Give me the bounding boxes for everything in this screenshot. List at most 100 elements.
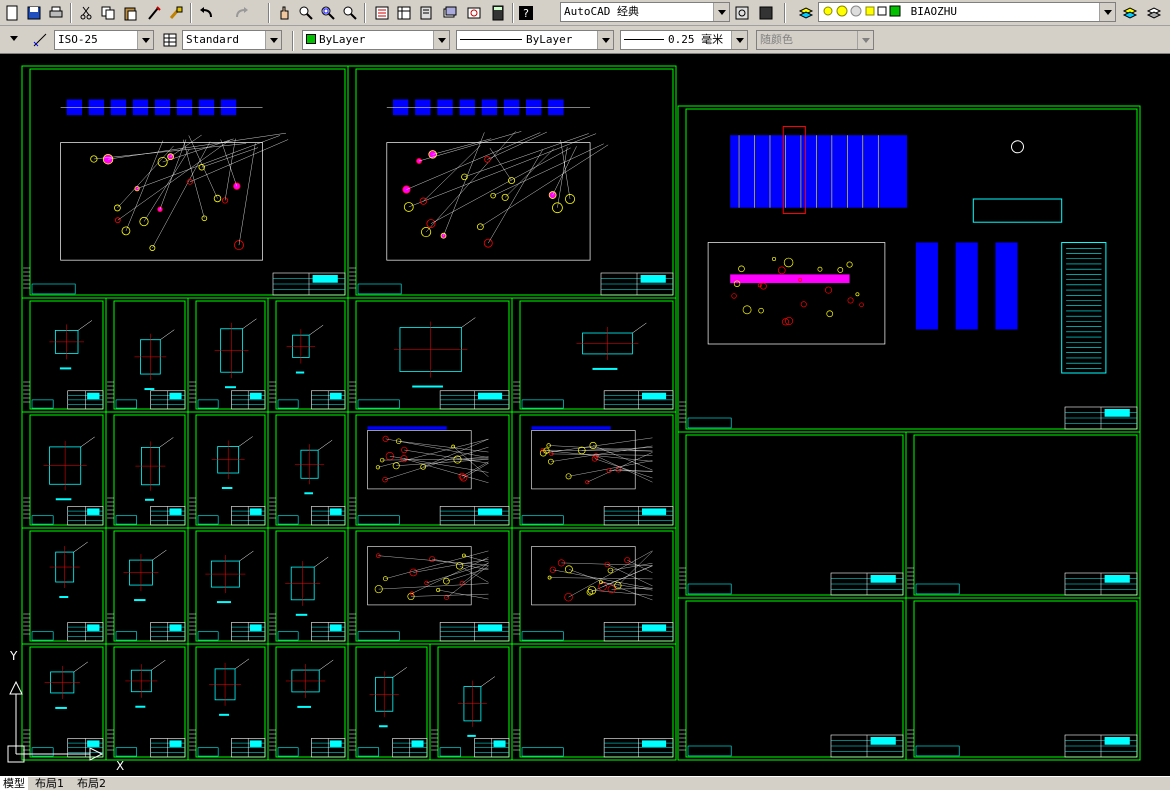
qnew-icon[interactable] — [2, 3, 22, 23]
drawing-sheet — [267, 411, 349, 529]
drawing-sheet — [511, 411, 677, 529]
drawing-sheet — [511, 527, 677, 645]
matchprop-icon[interactable] — [144, 3, 164, 23]
save-icon[interactable] — [24, 3, 44, 23]
autocad-window: ? AutoCAD 经典 BIAOZHU ISO-25 Standard ByL… — [0, 0, 1170, 790]
drawing-sheet — [511, 643, 677, 761]
drawing-sheet — [347, 65, 677, 299]
tab-layout2[interactable]: 布局2 — [74, 777, 109, 790]
drawing-sheet — [21, 297, 107, 413]
markup-icon[interactable] — [464, 3, 484, 23]
toolpalettes-icon[interactable] — [416, 3, 436, 23]
chevron-down-icon[interactable] — [1099, 3, 1115, 21]
drawing-sheet — [267, 527, 349, 645]
brush-icon[interactable] — [166, 3, 186, 23]
drawing-sheet — [267, 297, 349, 413]
layer-state-icon[interactable] — [756, 3, 776, 23]
ucs-x-label: X — [116, 759, 124, 773]
ucs-icon: Y X — [7, 649, 124, 773]
drawing-sheet — [347, 643, 431, 761]
chevron-down-icon[interactable] — [10, 36, 18, 41]
workspace-settings-icon[interactable] — [732, 3, 752, 23]
drawing-sheet — [187, 411, 269, 529]
drawing-sheet — [905, 431, 1141, 599]
drawing-sheet — [187, 297, 269, 413]
layer-state-icons — [823, 5, 901, 17]
tab-model[interactable]: 模型 — [0, 777, 28, 790]
layout-tabs: 模型 布局1 布局2 — [0, 776, 1170, 790]
linetype-value: ByLayer — [526, 33, 573, 46]
standard-toolbar: ? AutoCAD 经典 BIAOZHU — [0, 0, 1170, 26]
zoom-window-icon[interactable] — [318, 3, 338, 23]
dimstyle-icon[interactable] — [30, 30, 50, 50]
chevron-down-icon[interactable] — [137, 31, 153, 49]
pan-icon[interactable] — [274, 3, 294, 23]
drawing-area[interactable]: Y X — [0, 54, 1170, 776]
undo-icon[interactable] — [196, 3, 216, 23]
drawing-sheet — [187, 527, 269, 645]
plotstyle-select: 随颜色 — [756, 30, 874, 50]
tab-layout1[interactable]: 布局1 — [32, 777, 67, 790]
layer-value: BIAOZHU — [910, 5, 957, 18]
color-select[interactable]: ByLayer — [302, 30, 450, 50]
drawing-sheet — [21, 411, 107, 529]
chevron-down-icon[interactable] — [433, 31, 449, 49]
workspace-value: AutoCAD 经典 — [564, 5, 639, 18]
plot-icon[interactable] — [46, 3, 66, 23]
workspace-select[interactable]: AutoCAD 经典 — [560, 2, 730, 22]
drawing-sheet — [21, 643, 107, 761]
drawing-sheet — [511, 297, 677, 413]
properties-toolbar: ISO-25 Standard ByLayer ByLayer 0.25 毫米 … — [0, 26, 1170, 54]
chevron-down-icon — [857, 31, 873, 49]
tablestyle-icon[interactable] — [160, 30, 180, 50]
drawing-sheet — [905, 597, 1141, 761]
dim-style-value: ISO-25 — [58, 33, 98, 46]
drawing-sheet — [429, 643, 513, 761]
sheetset-icon[interactable] — [440, 3, 460, 23]
chevron-down-icon[interactable] — [597, 31, 613, 49]
lineweight-preview — [624, 39, 664, 40]
drawing-sheet — [677, 431, 907, 599]
drawing-sheet — [105, 411, 189, 529]
help-icon[interactable]: ? — [516, 3, 536, 23]
drawing-sheet — [267, 643, 349, 761]
paste-icon[interactable] — [120, 3, 140, 23]
properties-icon[interactable] — [372, 3, 392, 23]
make-current-icon[interactable] — [1120, 3, 1140, 23]
designcenter-icon[interactable] — [394, 3, 414, 23]
drawing-sheet — [677, 105, 1141, 433]
linetype-preview — [460, 39, 522, 40]
zoom-previous-icon[interactable] — [340, 3, 360, 23]
lineweight-select[interactable]: 0.25 毫米 — [620, 30, 748, 50]
color-value: ByLayer — [319, 33, 366, 46]
layer-previous-icon[interactable] — [1144, 3, 1164, 23]
layer-select[interactable]: BIAOZHU — [818, 2, 1116, 22]
drawing-sheet — [105, 643, 189, 761]
svg-text:?: ? — [523, 7, 529, 20]
chevron-down-icon[interactable] — [265, 31, 281, 49]
table-style-value: Standard — [186, 33, 239, 46]
drawing-sheet — [21, 527, 107, 645]
layer-manager-icon[interactable] — [796, 3, 816, 23]
table-style-select[interactable]: Standard — [182, 30, 282, 50]
lineweight-value: 0.25 毫米 — [668, 33, 724, 46]
calculator-icon[interactable] — [488, 3, 508, 23]
linetype-select[interactable]: ByLayer — [456, 30, 614, 50]
drawing-sheet — [347, 411, 513, 529]
drawing-sheet — [21, 65, 349, 299]
chevron-down-icon[interactable] — [731, 31, 747, 49]
cut-icon[interactable] — [76, 3, 96, 23]
drawing-sheet — [105, 297, 189, 413]
drawing-canvas[interactable]: Y X — [0, 54, 1170, 776]
dim-style-select[interactable]: ISO-25 — [54, 30, 154, 50]
chevron-down-icon[interactable] — [713, 3, 729, 21]
drawing-sheet — [677, 597, 907, 761]
zoom-realtime-icon[interactable] — [296, 3, 316, 23]
drawing-sheet — [105, 527, 189, 645]
redo-icon[interactable] — [232, 3, 252, 23]
plotstyle-value: 随颜色 — [760, 33, 793, 46]
copy-icon[interactable] — [98, 3, 118, 23]
color-swatch — [306, 34, 316, 44]
drawing-sheet — [187, 643, 269, 761]
drawing-sheet — [347, 527, 513, 645]
